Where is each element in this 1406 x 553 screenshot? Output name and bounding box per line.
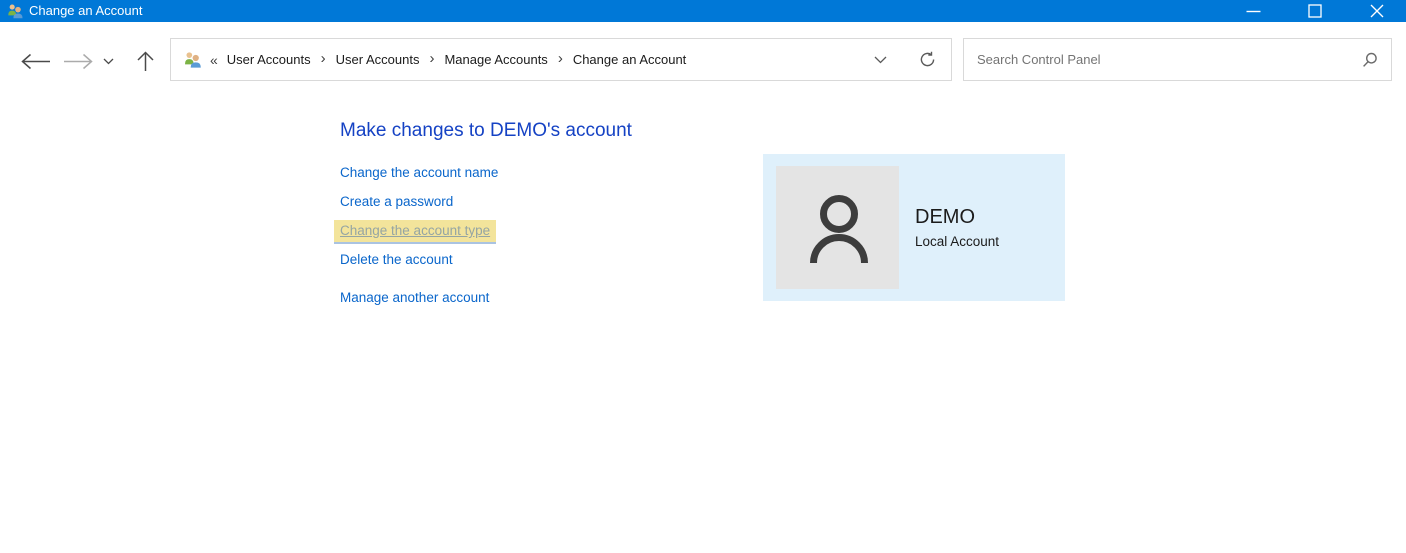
close-icon: [1370, 4, 1384, 18]
refresh-icon: [919, 51, 936, 68]
search-input[interactable]: [977, 52, 1362, 67]
magnifier-icon: [1362, 52, 1378, 68]
window-title: Change an Account: [29, 0, 142, 22]
link-label: Manage another account: [340, 290, 489, 305]
link-label: Delete the account: [340, 252, 453, 267]
close-button[interactable]: [1346, 0, 1406, 22]
link-create-password[interactable]: Create a password: [340, 194, 453, 209]
link-change-account-type[interactable]: Change the account type: [340, 223, 496, 238]
breadcrumb-item-user-accounts-1[interactable]: User Accounts: [227, 52, 311, 67]
link-label: Create a password: [340, 194, 453, 209]
back-button[interactable]: [17, 46, 55, 76]
user-account-tile: DEMO Local Account: [763, 154, 1065, 301]
link-label-highlighted: Change the account type: [334, 220, 496, 242]
maximize-button[interactable]: [1284, 0, 1346, 22]
arrow-up-icon: [136, 50, 155, 72]
breadcrumb-item-user-accounts-2[interactable]: User Accounts: [336, 52, 420, 67]
chevron-down-icon: [874, 56, 887, 64]
breadcrumb-separator-icon[interactable]: ›: [558, 50, 563, 67]
up-button[interactable]: [132, 46, 158, 76]
page-title: Make changes to DEMO's account: [340, 120, 632, 142]
person-silhouette-icon: [776, 166, 899, 289]
breadcrumb-separator-icon[interactable]: ›: [321, 50, 326, 67]
breadcrumb-overflow-chevron[interactable]: «: [210, 52, 218, 68]
address-bar: « User Accounts › User Accounts › Manage…: [170, 38, 952, 81]
forward-button[interactable]: [59, 46, 97, 76]
minimize-button[interactable]: [1222, 0, 1284, 22]
account-name: DEMO: [915, 206, 975, 229]
breadcrumb-item-change-an-account[interactable]: Change an Account: [573, 52, 686, 67]
link-delete-account[interactable]: Delete the account: [340, 252, 453, 267]
refresh-button[interactable]: [919, 51, 936, 68]
arrow-right-icon: [62, 53, 94, 70]
titlebar: Change an Account: [0, 0, 1406, 22]
chevron-down-icon: [103, 58, 114, 65]
account-type: Local Account: [915, 234, 999, 249]
search-button[interactable]: [1362, 52, 1378, 68]
maximize-icon: [1308, 4, 1322, 18]
user-accounts-icon: [183, 51, 203, 68]
avatar: [776, 166, 899, 289]
link-manage-another-account[interactable]: Manage another account: [340, 290, 489, 305]
link-label: Change the account name: [340, 165, 498, 180]
recent-locations-button[interactable]: [100, 46, 116, 76]
arrow-left-icon: [20, 53, 52, 70]
breadcrumb-separator-icon[interactable]: ›: [429, 50, 434, 67]
link-change-account-name[interactable]: Change the account name: [340, 165, 498, 180]
breadcrumb-item-manage-accounts[interactable]: Manage Accounts: [444, 52, 547, 67]
search-box: [963, 38, 1392, 81]
minimize-icon: [1246, 10, 1261, 13]
address-dropdown-button[interactable]: [874, 56, 887, 64]
user-accounts-icon: [7, 3, 24, 19]
